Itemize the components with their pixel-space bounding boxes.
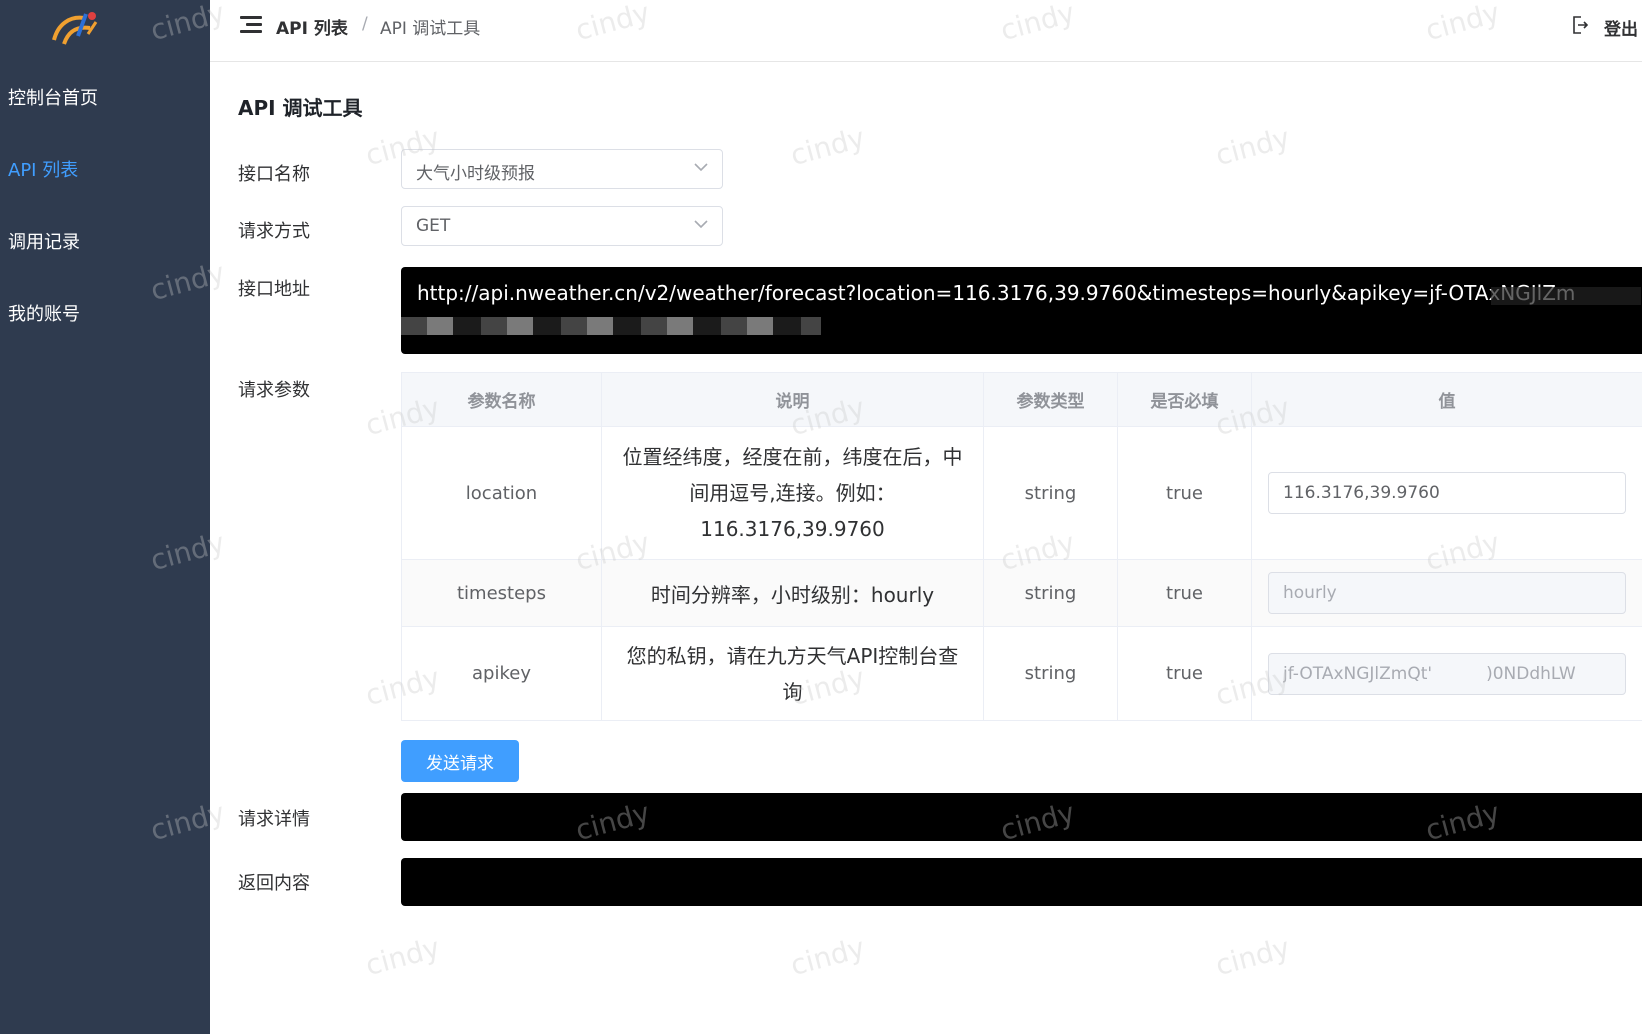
top-bar: API 列表 / API 调试工具 登出: [210, 0, 1642, 62]
response-label: 返回内容: [238, 873, 310, 894]
sidebar-item-dashboard[interactable]: 控制台首页: [8, 84, 98, 110]
params-label: 请求参数: [238, 380, 310, 401]
request-details-box: [401, 793, 1642, 841]
logout-icon[interactable]: [1572, 16, 1588, 34]
header-param-name: 参数名称: [401, 372, 602, 427]
header-required: 是否必填: [1117, 372, 1252, 427]
param-desc: 位置经纬度，经度在前，纬度在后，中间用逗号,连接。例如：116.3176,39.…: [601, 426, 984, 560]
method-label: 请求方式: [238, 221, 310, 242]
menu-fold-icon[interactable]: [240, 16, 262, 34]
timesteps-input: [1268, 572, 1626, 614]
table-header-row: 参数名称 说明 参数类型 是否必填 值: [401, 372, 1642, 427]
table-row: apikey 您的私钥，请在九方天气API控制台查询 string true: [401, 626, 1642, 721]
param-required: true: [1117, 626, 1252, 721]
param-desc: 时间分辨率，小时级别：hourly: [601, 559, 984, 627]
param-name: timesteps: [401, 559, 602, 627]
header-param-type: 参数类型: [983, 372, 1118, 427]
api-name-label: 接口名称: [238, 164, 310, 185]
request-details-label: 请求详情: [238, 809, 310, 830]
table-row: location 位置经纬度，经度在前，纬度在后，中间用逗号,连接。例如：116…: [401, 426, 1642, 560]
sidebar-item-api-list[interactable]: API 列表: [8, 156, 78, 182]
url-label: 接口地址: [238, 279, 310, 300]
sidebar: 控制台首页 API 列表 调用记录 我的账号: [0, 0, 210, 1034]
header-value: 值: [1251, 372, 1642, 427]
breadcrumb-current: API 调试工具: [380, 19, 481, 39]
api-name-select[interactable]: 大气小时级预报: [401, 149, 723, 189]
location-input[interactable]: [1268, 472, 1626, 514]
params-table: 参数名称 说明 参数类型 是否必填 值 location 位置经纬度，经度在前，…: [401, 372, 1642, 721]
redacted-block: [1491, 287, 1641, 305]
breadcrumb-api-list[interactable]: API 列表: [276, 14, 348, 39]
apikey-input: [1268, 652, 1626, 695]
param-required: true: [1117, 559, 1252, 627]
sidebar-item-call-records[interactable]: 调用记录: [8, 228, 80, 254]
send-request-button[interactable]: 发送请求: [401, 740, 519, 782]
api-name-value: 大气小时级预报: [416, 164, 535, 184]
param-type: string: [983, 626, 1118, 721]
method-select[interactable]: GET: [401, 206, 723, 246]
param-type: string: [983, 559, 1118, 627]
table-row: timesteps 时间分辨率，小时级别：hourly string true: [401, 559, 1642, 627]
param-name: apikey: [401, 626, 602, 721]
logo-icon: [52, 12, 98, 45]
param-type: string: [983, 426, 1118, 560]
param-required: true: [1117, 426, 1252, 560]
param-value-cell: [1251, 426, 1642, 560]
param-value-cell: [1251, 559, 1642, 627]
url-text: http://api.nweather.cn/v2/weather/foreca…: [417, 281, 1576, 305]
param-value-cell: [1251, 626, 1642, 721]
sidebar-item-my-account[interactable]: 我的账号: [8, 300, 80, 326]
main-content: API 列表 / API 调试工具 登出 API 调试工具 接口名称 大气小时级…: [210, 0, 1642, 1034]
url-display: http://api.nweather.cn/v2/weather/foreca…: [401, 267, 1642, 354]
redacted-block: [401, 317, 821, 335]
chevron-down-icon: [694, 163, 708, 172]
response-box: [401, 858, 1642, 906]
param-name: location: [401, 426, 602, 560]
breadcrumb-separator: /: [362, 14, 368, 34]
param-desc: 您的私钥，请在九方天气API控制台查询: [601, 626, 984, 721]
header-description: 说明: [601, 372, 984, 427]
logout-button[interactable]: 登出: [1604, 15, 1638, 40]
chevron-down-icon: [694, 220, 708, 229]
page-title: API 调试工具: [238, 96, 363, 120]
method-value: GET: [416, 216, 451, 236]
